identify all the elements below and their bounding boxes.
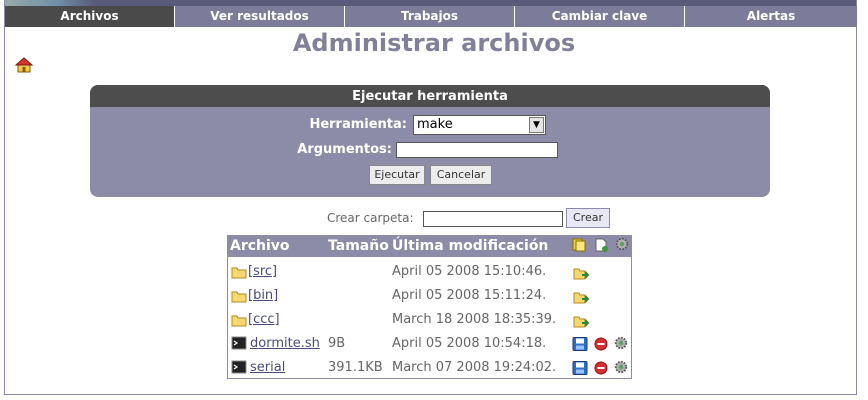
file-name-link[interactable]: [ccc] [248,312,280,327]
gear-icon[interactable] [613,360,629,374]
create-folder-input[interactable] [423,211,563,227]
copy-icon[interactable] [571,238,587,252]
file-modified: April 05 2008 15:11:24. [392,288,547,303]
delete-icon[interactable] [593,361,609,375]
save-icon[interactable] [572,337,588,351]
file-name-link[interactable]: serial [250,360,285,375]
page-title: Administrar archivos [292,29,576,57]
file-modified: April 05 2008 10:54:18. [392,336,547,351]
folder-icon [231,315,247,327]
create-folder-label: Crear carpeta: [327,211,414,225]
table-row: [src] April 05 2008 15:10:46. [228,260,631,284]
gear-icon[interactable] [613,336,629,350]
open-folder-icon[interactable] [573,290,589,304]
table-row: serial 391.1KB March 07 2008 19:24:02. [228,356,631,380]
save-icon[interactable] [572,361,588,375]
file-modified: March 07 2008 19:24:02. [392,360,557,375]
open-folder-icon[interactable] [573,266,589,280]
main-nav: Archivos Ver resultados Trabajos Cambiar… [5,6,857,27]
file-size: 391.1KB [328,360,383,375]
file-size: 9B [328,336,346,351]
tab-trabajos[interactable]: Trabajos [345,6,515,27]
tool-select-value: make [417,117,453,132]
file-modified: March 18 2008 18:35:39. [392,312,557,327]
terminal-icon [231,336,247,350]
create-folder-button[interactable]: Crear [566,208,610,228]
run-tool-heading: Ejecutar herramienta [90,85,770,107]
tool-label: Herramienta: [309,117,407,132]
folder-icon [231,291,247,303]
file-name-link[interactable]: [bin] [248,288,278,303]
terminal-icon [231,360,247,374]
col-size-header: Tamaño [328,238,389,254]
file-table: Archivo Tamaño Última modificación [src]… [227,235,632,379]
col-name-header: Archivo [230,238,290,254]
args-label: Argumentos: [297,142,392,157]
new-file-icon[interactable] [593,238,609,252]
chevron-down-icon[interactable]: ▼ [529,117,544,133]
folder-icon [231,267,247,279]
file-name-link[interactable]: dormite.sh [250,336,320,351]
tab-cambiar-clave[interactable]: Cambiar clave [515,6,685,27]
args-input[interactable] [396,142,558,158]
table-row: [bin] April 05 2008 15:11:24. [228,284,631,308]
cancel-button[interactable]: Cancelar [430,165,492,185]
file-table-header: Archivo Tamaño Última modificación [228,236,631,257]
run-button[interactable]: Ejecutar [369,165,425,185]
table-row: dormite.sh 9B April 05 2008 10:54:18. [228,332,631,356]
gear-icon[interactable] [614,237,630,251]
file-name-link[interactable]: [src] [248,264,277,279]
table-row: [ccc] March 18 2008 18:35:39. [228,308,631,332]
col-modified-header: Última modificación [392,238,549,254]
tab-ver-resultados[interactable]: Ver resultados [175,6,345,27]
tool-select[interactable]: make ▼ [413,115,546,135]
tab-alertas[interactable]: Alertas [685,6,857,27]
open-folder-icon[interactable] [573,314,589,328]
file-modified: April 05 2008 15:10:46. [392,264,547,279]
home-icon[interactable] [15,57,33,73]
delete-icon[interactable] [593,337,609,351]
tab-archivos[interactable]: Archivos [5,6,175,27]
